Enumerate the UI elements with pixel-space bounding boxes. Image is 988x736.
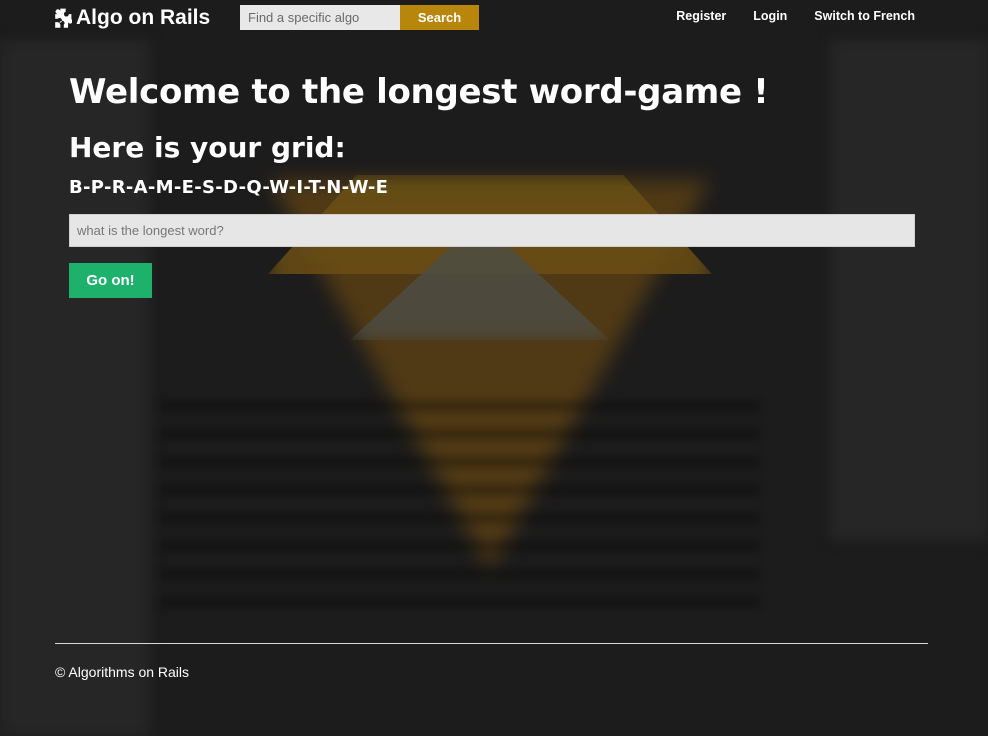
brand-link[interactable]: Algo on Rails (54, 5, 210, 31)
footer-copyright: © Algorithms on Rails (55, 664, 190, 680)
go-on-button[interactable]: Go on! (69, 263, 152, 298)
game-content: Welcome to the longest word-game ! Here … (69, 70, 915, 298)
footer-divider (55, 643, 928, 644)
grid-heading: Here is your grid: (69, 131, 346, 164)
page-title: Welcome to the longest word-game ! (69, 72, 769, 112)
switch-language-link[interactable]: Switch to French (814, 9, 915, 23)
brand-name: Algo on Rails (76, 6, 211, 29)
nav-links: Register Login Switch to French (676, 9, 915, 23)
search-input[interactable] (240, 5, 400, 30)
letter-grid: B-P-R-A-M-E-S-D-Q-W-I-T-N-W-E (69, 177, 389, 198)
navbar: Algo on Rails Search Register Login Swit… (0, 0, 988, 36)
search-form: Search (240, 5, 479, 30)
puzzle-piece-icon (54, 8, 72, 28)
login-link[interactable]: Login (753, 9, 787, 23)
answer-form: Go on! (69, 214, 915, 298)
longest-word-input[interactable] (69, 214, 915, 247)
search-button[interactable]: Search (400, 5, 479, 30)
register-link[interactable]: Register (676, 9, 726, 23)
